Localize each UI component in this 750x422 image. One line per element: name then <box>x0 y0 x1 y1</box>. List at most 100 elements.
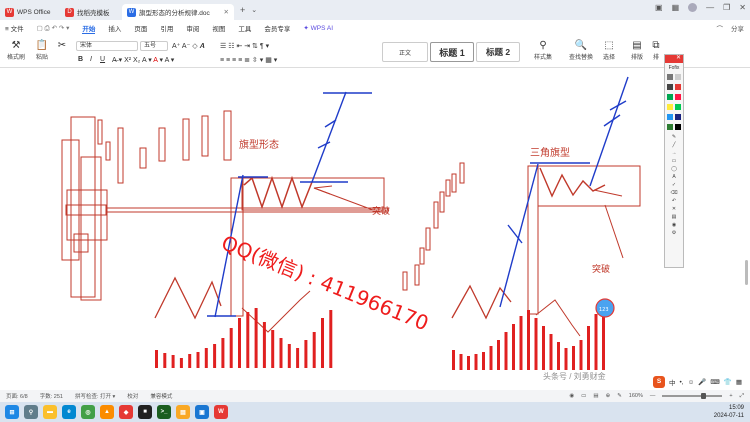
paste-button[interactable]: 📋 粘贴 <box>32 40 52 61</box>
palette-color-swatch[interactable] <box>675 94 681 100</box>
new-tab-icon[interactable]: + <box>240 5 245 15</box>
share-button[interactable]: 分享 <box>731 23 744 33</box>
sogou-ime-icon[interactable]: S <box>653 376 665 388</box>
app-red-icon[interactable]: ◆ <box>119 405 133 419</box>
font-grow-icon[interactable]: A⁺ A⁻ ◇ 𝑨 <box>172 42 204 51</box>
settings-icon[interactable]: ⚙ <box>667 230 681 237</box>
text-tool-icon[interactable]: A <box>667 174 681 181</box>
outline-icon[interactable]: ✎ <box>617 393 622 399</box>
punctuation-icon[interactable]: •, <box>680 379 684 386</box>
text-effects-icon[interactable]: A̶ ▾ X² X₂ A ▾ A ▾ A ▾ <box>112 56 174 64</box>
app-icon[interactable]: ▲ <box>100 405 114 419</box>
menu-reference[interactable]: 引用 <box>160 23 173 33</box>
eye-icon[interactable]: ◉ <box>569 393 574 399</box>
document-canvas[interactable]: 旗型形态 突破 三角旗型 突破 QQ(微信): 411966170 123 <box>0 68 750 390</box>
avatar[interactable] <box>688 3 698 12</box>
skin-icon[interactable]: 👕 <box>724 378 732 386</box>
zoom-slider[interactable] <box>662 393 723 399</box>
palette-color-swatch[interactable] <box>667 84 673 90</box>
comment-icon[interactable]: ⌒ <box>717 23 724 33</box>
clipboard-icon[interactable]: ▤ <box>667 214 681 221</box>
menu-view[interactable]: 视图 <box>212 23 225 33</box>
read-mode-icon[interactable]: ▭ <box>581 393 586 399</box>
cut-icon[interactable]: ✂ <box>56 40 68 52</box>
undo-icon[interactable]: ↶ <box>667 198 681 205</box>
find-replace-button[interactable]: 🔍 查找替换 <box>566 40 596 61</box>
menu-page[interactable]: 页面 <box>134 23 147 33</box>
chevron-down-icon[interactable]: ⌄ <box>251 6 257 14</box>
align-icons[interactable]: ≡ ≡ ≡ ≡ ≣ ⇳ ▾ ▦ ▾ <box>220 56 277 64</box>
pen-icon[interactable]: ✎ <box>667 134 681 141</box>
tab-wps-office[interactable]: W WPS Office <box>0 4 60 20</box>
close-icon[interactable]: ✕ <box>739 3 746 12</box>
app-black-icon[interactable]: ■ <box>138 405 152 419</box>
web-view-icon[interactable]: ⊕ <box>606 393 611 399</box>
style-normal[interactable]: 正文 <box>382 42 428 62</box>
system-tray[interactable]: 15:09 2024-07-11 <box>714 404 744 420</box>
ime-mode[interactable]: 中 <box>669 377 676 387</box>
menu-home[interactable]: 开始 <box>82 23 96 34</box>
minimize-icon[interactable]: — <box>706 3 714 12</box>
menu-insert[interactable]: 插入 <box>108 23 121 33</box>
grid-icon[interactable]: ▦ <box>672 3 680 12</box>
palette-color-swatch[interactable] <box>667 94 673 100</box>
proofread[interactable]: 校对 <box>127 392 138 400</box>
palette-color-swatch[interactable] <box>675 74 681 80</box>
layout-button[interactable]: ▤ 排版 <box>626 40 648 61</box>
zoom-out-icon[interactable]: — <box>650 393 656 399</box>
scrollbar-thumb[interactable] <box>745 260 748 285</box>
palette-color-swatch[interactable] <box>667 104 673 110</box>
zoom-knob[interactable] <box>700 393 706 399</box>
notes-icon[interactable]: ▤ <box>176 405 190 419</box>
format-painter-button[interactable]: ⚒ 格式刷 <box>4 40 28 61</box>
store-icon[interactable]: ▣ <box>195 405 209 419</box>
palette-color-swatch[interactable] <box>675 84 681 90</box>
close-icon[interactable]: ✕ <box>676 54 681 61</box>
page-view-icon[interactable]: ▤ <box>593 393 598 399</box>
start-icon[interactable]: ⊞ <box>5 405 19 419</box>
menu-review[interactable]: 审阅 <box>186 23 199 33</box>
zoom-value[interactable]: 160% <box>629 393 643 399</box>
menu-member[interactable]: 会员专享 <box>264 23 290 33</box>
palette-color-swatch[interactable] <box>675 114 681 120</box>
chrome-icon[interactable]: ◎ <box>81 405 95 419</box>
style-set-button[interactable]: ⚲ 样式集 <box>530 40 556 61</box>
rectangle-icon[interactable]: ▭ <box>667 158 681 165</box>
ellipse-icon[interactable]: ◯ <box>667 166 681 173</box>
arrow-icon[interactable]: → <box>667 150 681 157</box>
close-tab-icon[interactable]: ✕ <box>224 8 229 16</box>
palette-color-swatch[interactable] <box>667 124 673 130</box>
camera-icon[interactable]: ◉ <box>667 222 681 229</box>
tab-document[interactable]: W 旗型形态的分析规律.doc ✕ <box>122 4 234 20</box>
emoji-icon[interactable]: ☺ <box>688 379 695 386</box>
palette-color-swatch[interactable] <box>675 104 681 110</box>
palette-color-swatch[interactable] <box>667 114 673 120</box>
word-count[interactable]: 字数: 251 <box>40 392 63 400</box>
line-icon[interactable]: ╱ <box>667 142 681 149</box>
fit-icon[interactable]: ⤢ <box>740 393 744 400</box>
keyboard-icon[interactable]: ⌨ <box>710 378 719 386</box>
style-heading-2[interactable]: 标题 2 <box>476 42 520 62</box>
wps-taskbar-icon[interactable]: W <box>214 405 228 419</box>
mic-icon[interactable]: 🎤 <box>698 378 706 386</box>
underline-button[interactable]: U <box>100 56 105 63</box>
maximize-icon[interactable]: ❐ <box>723 3 730 12</box>
folder-icon[interactable]: ▬ <box>43 405 57 419</box>
font-size-select[interactable]: 五号 <box>140 41 168 51</box>
menu-file[interactable]: ≡ 文件 <box>5 23 24 33</box>
select-button[interactable]: ⬚ 选择 <box>598 40 620 61</box>
clear-icon[interactable]: ✕ <box>667 206 681 213</box>
palette-color-swatch[interactable] <box>675 124 681 130</box>
vertical-scrollbar[interactable] <box>744 70 749 385</box>
quick-save-icon[interactable]: ▢ ⎙ ↶ ↷ ▾ <box>37 24 70 33</box>
layout-icon[interactable]: ▣ <box>655 3 663 12</box>
palette-color-swatch[interactable] <box>667 74 673 80</box>
search-icon[interactable]: ⚲ <box>24 405 38 419</box>
zoom-in-icon[interactable]: + <box>729 393 732 399</box>
edge-icon[interactable]: e <box>62 405 76 419</box>
eraser-icon[interactable]: ⌫ <box>667 190 681 197</box>
terminal-icon[interactable]: >_ <box>157 405 171 419</box>
font-name-select[interactable]: 宋体 <box>76 41 138 51</box>
page-count[interactable]: 页面: 6/8 <box>6 392 28 400</box>
italic-button[interactable]: I <box>90 56 92 63</box>
